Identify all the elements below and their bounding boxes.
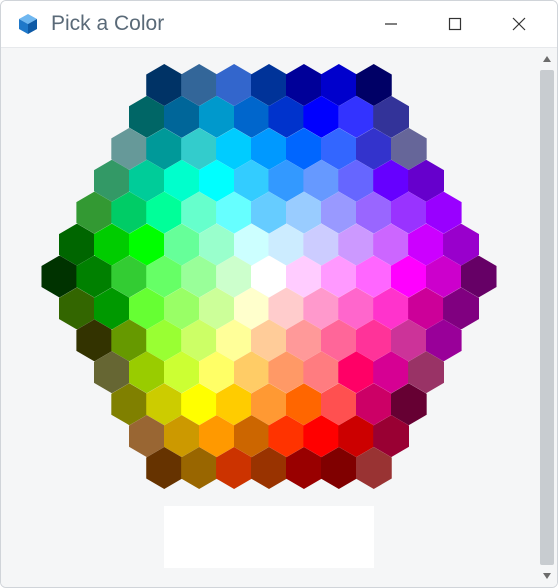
maximize-button[interactable] bbox=[423, 1, 487, 47]
hex-color-picker[interactable] bbox=[41, 64, 496, 489]
content-area bbox=[1, 48, 537, 587]
hex-picker-container bbox=[34, 64, 504, 489]
scroll-thumb[interactable] bbox=[540, 70, 554, 565]
color-picker-window: Pick a Color bbox=[0, 0, 558, 588]
scroll-down-arrow[interactable] bbox=[537, 567, 557, 585]
close-button[interactable] bbox=[487, 1, 551, 47]
window-title: Pick a Color bbox=[51, 12, 359, 36]
minimize-button[interactable] bbox=[359, 1, 423, 47]
vertical-scrollbar[interactable] bbox=[537, 48, 557, 587]
client-area bbox=[1, 48, 557, 587]
sketchup-icon bbox=[15, 11, 41, 37]
selected-color-preview bbox=[163, 505, 375, 569]
scroll-up-arrow[interactable] bbox=[537, 50, 557, 68]
titlebar: Pick a Color bbox=[1, 1, 557, 48]
window-controls bbox=[359, 1, 551, 47]
